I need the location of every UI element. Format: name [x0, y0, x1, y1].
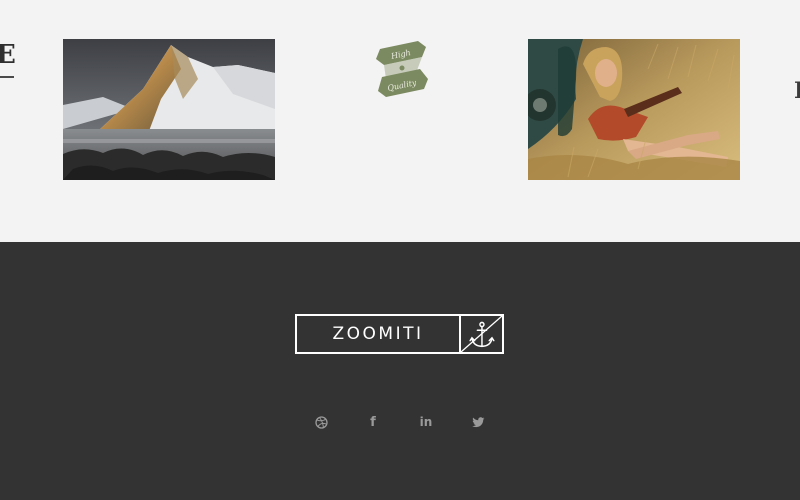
twitter-icon[interactable] — [468, 412, 488, 432]
social-links: f in — [0, 412, 800, 434]
anchor-icon — [461, 316, 502, 352]
linkedin-icon[interactable]: in — [416, 412, 436, 432]
guitar-girl-photo[interactable] — [528, 39, 740, 180]
portfolio-strip: E High Quality I — [0, 0, 800, 242]
cut-off-heading-right: I — [794, 78, 800, 104]
site-footer — [0, 242, 800, 500]
high-quality-badge: High Quality — [372, 37, 432, 107]
heading-underline — [0, 76, 14, 78]
zoomiti-logo[interactable]: ZOOMITI — [295, 314, 504, 354]
dribbble-icon[interactable] — [311, 412, 331, 432]
facebook-icon[interactable]: f — [363, 412, 383, 432]
cut-off-heading-left: E — [0, 40, 16, 70]
mountain-photo[interactable] — [63, 39, 275, 180]
logo-wordmark: ZOOMITI — [297, 316, 461, 352]
